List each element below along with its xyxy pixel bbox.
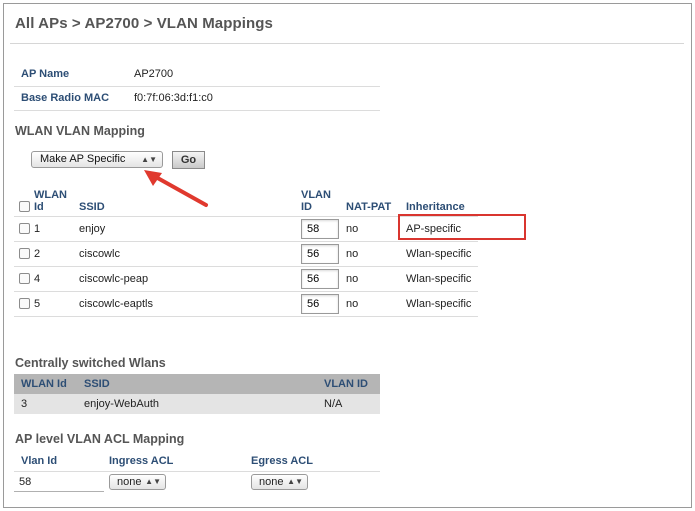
table-row: 3 enjoy-WebAuth N/A (14, 394, 380, 414)
nat-pat-cell: no (346, 216, 406, 242)
ingress-acl-value: none (117, 476, 142, 489)
ingress-acl-cell: none ▲▼ (109, 471, 251, 493)
vlan-id-cell (301, 216, 346, 242)
nat-pat-cell: no (346, 241, 406, 267)
wlan-id-cell: 2 (34, 241, 79, 267)
base-radio-mac-label: Base Radio MAC (14, 86, 134, 111)
title-divider (10, 43, 684, 44)
cs-wlan-id-cell: 3 (14, 394, 84, 414)
vlan-id-cell (301, 266, 346, 292)
inheritance-header: Inheritance (406, 182, 478, 217)
nat-pat-cell: no (346, 266, 406, 292)
wlan-table-header: WLAN Id SSID VLAN ID NAT-PAT Inheritance (14, 182, 478, 217)
wlan-vlan-table: WLAN Id SSID VLAN ID NAT-PAT Inheritance 1… (14, 182, 478, 317)
vlan-id-input[interactable] (301, 293, 339, 314)
select-arrows-icon: ▲▼ (145, 477, 161, 487)
ingress-acl-header: Ingress ACL (109, 451, 251, 472)
select-arrows-icon: ▲▼ (287, 477, 303, 487)
vlan-id-cell (301, 241, 346, 267)
select-arrows-icon: ▲▼ (141, 155, 157, 164)
select-all-header (14, 182, 34, 217)
ingress-acl-select[interactable]: none ▲▼ (109, 474, 166, 491)
acl-vlan-id-cell: 58 (14, 471, 109, 493)
acl-table-header: Vlan Id Ingress ACL Egress ACL (14, 451, 380, 472)
row-checkbox-cell (14, 216, 34, 242)
table-row: 2 ciscowlc no Wlan-specific (14, 241, 478, 267)
wlan-id-header-line1: WLAN (34, 188, 67, 201)
inheritance-value: Wlan-specific (406, 297, 472, 310)
nat-pat-cell: no (346, 291, 406, 317)
centrally-switched-table: WLAN Id SSID VLAN ID 3 enjoy-WebAuth N/A (14, 374, 380, 414)
wlan-id-header: WLAN Id (34, 182, 79, 217)
wlan-vlan-mapping-heading: WLAN VLAN Mapping (15, 124, 145, 138)
row-checkbox-cell (14, 266, 34, 292)
vlan-id-header: VLAN ID (301, 182, 346, 217)
select-all-checkbox[interactable] (19, 201, 30, 213)
inheritance-cell: Wlan-specific (406, 266, 478, 292)
egress-acl-cell: none ▲▼ (251, 471, 380, 493)
ap-info-table: AP Name AP2700 Base Radio MAC f0:7f:06:3… (14, 62, 380, 111)
ap-name-label: AP Name (14, 62, 134, 87)
cs-table-header: WLAN Id SSID VLAN ID (14, 374, 380, 394)
acl-mapping-table: Vlan Id Ingress ACL Egress ACL 58 none ▲… (14, 451, 380, 493)
ssid-cell: enjoy (79, 216, 301, 242)
nat-pat-header: NAT-PAT (346, 182, 406, 217)
egress-acl-header: Egress ACL (251, 451, 380, 472)
page-title: All APs > AP2700 > VLAN Mappings (15, 15, 273, 32)
action-select[interactable]: Make AP Specific ▲▼ (31, 151, 163, 168)
table-row: 4 ciscowlc-peap no Wlan-specific (14, 266, 478, 292)
table-row: 58 none ▲▼ none ▲▼ (14, 471, 380, 493)
highlight-box-annotation (398, 214, 526, 240)
row-checkbox-cell (14, 241, 34, 267)
inheritance-value: Wlan-specific (406, 247, 472, 260)
row-checkbox[interactable] (19, 273, 30, 285)
base-radio-mac-value: f0:7f:06:3d:f1:c0 (134, 86, 380, 111)
action-select-value: Make AP Specific (40, 153, 126, 165)
ap-name-value: AP2700 (134, 62, 380, 87)
cs-ssid-cell: enjoy-WebAuth (84, 394, 324, 414)
row-checkbox-cell (14, 291, 34, 317)
acl-mapping-heading: AP level VLAN ACL Mapping (15, 432, 185, 446)
vlan-id-header-line2: ID (301, 200, 312, 213)
wlan-id-cell: 1 (34, 216, 79, 242)
egress-acl-select[interactable]: none ▲▼ (251, 474, 308, 491)
row-checkbox[interactable] (19, 248, 30, 260)
row-checkbox[interactable] (19, 298, 30, 310)
row-checkbox[interactable] (19, 223, 30, 235)
ssid-cell: ciscowlc (79, 241, 301, 267)
cs-wlan-id-header: WLAN Id (14, 374, 84, 394)
cs-ssid-header: SSID (84, 374, 324, 394)
acl-vlan-id-header: Vlan Id (14, 451, 109, 472)
base-radio-mac-row: Base Radio MAC f0:7f:06:3d:f1:c0 (14, 86, 380, 111)
acl-vlan-id-value: 58 (14, 473, 104, 492)
ap-name-row: AP Name AP2700 (14, 62, 380, 87)
inheritance-value: Wlan-specific (406, 272, 472, 285)
vlan-id-input[interactable] (301, 268, 339, 289)
ssid-header: SSID (79, 182, 301, 217)
wlan-id-cell: 5 (34, 291, 79, 317)
centrally-switched-heading: Centrally switched Wlans (15, 356, 166, 370)
egress-acl-value: none (259, 476, 284, 489)
vlan-id-input[interactable] (301, 218, 339, 239)
table-row: 5 ciscowlc-eaptls no Wlan-specific (14, 291, 478, 317)
vlan-id-header-line1: VLAN (301, 188, 331, 201)
vlan-id-input[interactable] (301, 243, 339, 264)
cs-vlan-id-cell: N/A (324, 394, 380, 414)
cs-vlan-id-header: VLAN ID (324, 374, 380, 394)
wlan-id-cell: 4 (34, 266, 79, 292)
ssid-cell: ciscowlc-peap (79, 266, 301, 292)
ssid-cell: ciscowlc-eaptls (79, 291, 301, 317)
vlan-id-cell (301, 291, 346, 317)
go-button[interactable]: Go (172, 151, 205, 169)
inheritance-cell: Wlan-specific (406, 291, 478, 317)
wlan-id-header-line2: Id (34, 200, 44, 213)
inheritance-cell: Wlan-specific (406, 241, 478, 267)
